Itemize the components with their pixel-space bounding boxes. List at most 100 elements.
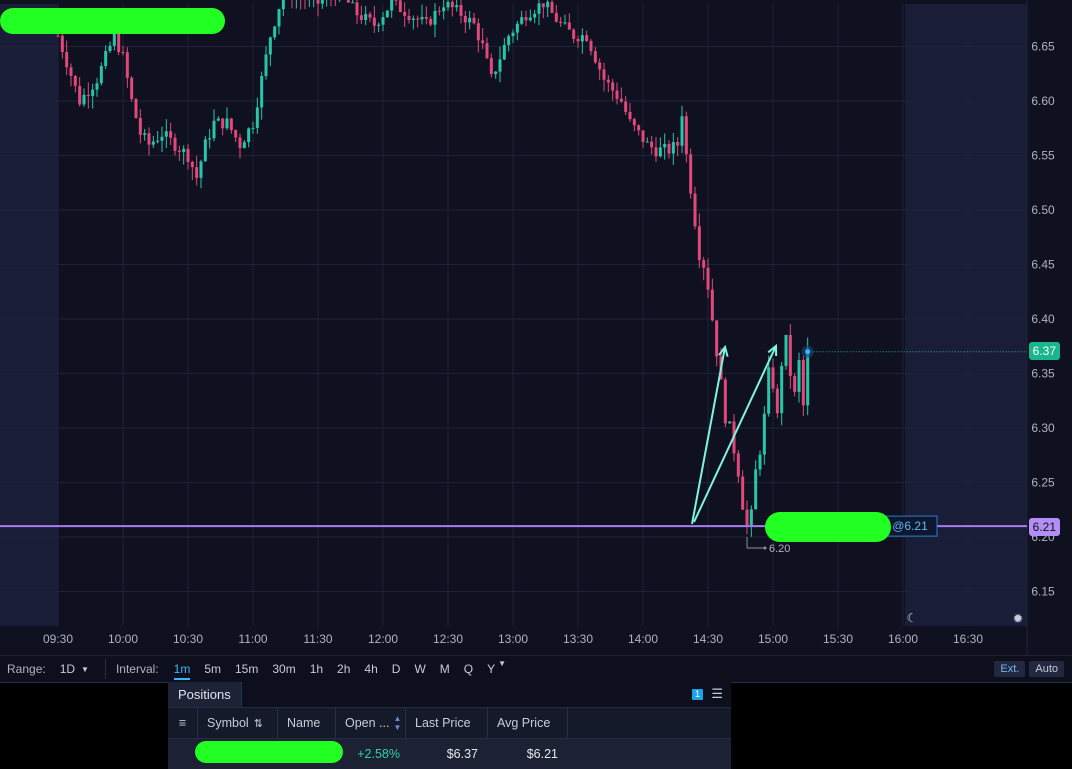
y-tick-label: 6.30 [1031,421,1055,435]
candle-body [512,33,515,36]
column-header-symbol[interactable]: Symbol ⇅ [198,708,278,738]
candle-body [785,335,788,366]
candle-body [676,142,679,146]
candle-body [369,14,372,18]
x-tick-label: 10:00 [108,632,138,646]
candle-body [572,30,575,39]
redaction-mark-position [765,512,891,542]
interval-d[interactable]: D [385,659,408,679]
candle-body [659,147,662,156]
premarket-shading [0,4,58,626]
candle-body [347,0,350,3]
candle-body [412,19,415,20]
candle-body [702,260,705,268]
candle-body [321,0,324,4]
low-marker-label: 6.20 [769,543,790,555]
y-tick-label: 6.25 [1031,476,1055,490]
candle-body [247,128,250,142]
candle-body [494,72,497,74]
candle-body [269,37,272,54]
interval-1h[interactable]: 1h [303,659,330,679]
candle-body [642,130,645,142]
candle-body [83,95,86,105]
interval-q[interactable]: Q [457,659,480,679]
candle-body [230,118,233,130]
candle-body [520,17,523,24]
interval-5m[interactable]: 5m [197,659,228,679]
candle-body [117,32,120,52]
candle-body [213,121,216,139]
x-tick-label: 12:00 [368,632,398,646]
range-dropdown[interactable]: 1D ▼ [54,659,95,679]
interval-2h[interactable]: 2h [330,659,357,679]
column-header-last-price[interactable]: Last Price [406,708,488,738]
candle-body [65,52,68,67]
candle-body [70,67,73,76]
positions-table-header: ≡ Symbol ⇅ Name Open ... ▲▼ Last Price A… [168,707,731,739]
interval-30m[interactable]: 30m [265,659,302,679]
chart-canvas[interactable]: 6.656.606.556.506.456.406.356.306.256.20… [0,0,1072,655]
candle-body [754,469,757,509]
list-menu-icon[interactable]: ☰ [711,686,723,702]
y-tick-label: 6.45 [1031,258,1055,272]
candle-body [507,36,510,45]
interval-w[interactable]: W [407,659,432,679]
last-price-tag: 6.37 [1029,342,1060,360]
interval-4h[interactable]: 4h [357,659,384,679]
candle-body [421,17,424,19]
candle-body [525,17,528,20]
x-tick-label: 15:00 [758,632,788,646]
candle-body [282,0,285,9]
candle-body [243,142,246,148]
column-header-avg-price-label: Avg Price [497,716,550,730]
x-tick-label: 13:00 [498,632,528,646]
last-price-dot [805,349,810,354]
interval-15m[interactable]: 15m [228,659,265,679]
interval-m[interactable]: M [433,659,457,679]
position-price-tag: 6.21 [1029,518,1060,536]
candle-body [663,144,666,147]
candle-body [564,22,567,23]
candle-body [633,119,636,125]
candle-body [468,18,471,22]
range-value: 1D [60,662,75,676]
column-header-avg-price[interactable]: Avg Price [488,708,568,738]
candle-body [135,99,138,118]
x-tick-label: 13:30 [563,632,593,646]
candle-body [763,414,766,455]
candle-body [594,51,597,62]
column-header-name[interactable]: Name [278,708,336,738]
auto-scale-button[interactable]: Auto [1029,661,1064,677]
candle-body [685,116,688,154]
candle-body [759,455,762,470]
interval-y[interactable]: Y [480,659,502,679]
candle-body [195,167,198,178]
column-menu-icon[interactable]: ≡ [168,708,198,738]
candle-body [737,453,740,476]
candle-body [96,83,99,89]
candle-body [694,194,697,227]
candle-body [772,367,775,388]
positions-header: Positions 1 ☰ [168,682,731,707]
x-tick-label: 16:00 [888,632,918,646]
candle-body [477,23,480,40]
interval-1m[interactable]: 1m [167,659,198,679]
candle-body [490,58,493,74]
candle-body [161,137,164,141]
moon-icon: ☾ [907,611,918,625]
positions-tab[interactable]: Positions [168,682,242,707]
candle-body [611,82,614,90]
avg-price-cell: $6.21 [488,739,568,769]
candle-body [165,131,168,136]
price-chart[interactable]: 6.656.606.556.506.456.406.356.306.256.20… [0,0,1072,655]
candle-body [529,18,532,21]
interval-list: 1m5m15m30m1h2h4hDWMQY▼ [167,659,506,679]
candle-body [533,14,536,18]
candle-body [317,0,320,4]
sort-icon: ⇅ [254,717,263,730]
candle-body [655,147,658,156]
column-header-open-pl[interactable]: Open ... ▲▼ [336,708,406,738]
extended-hours-button[interactable]: Ext. [994,661,1025,677]
candle-body [650,142,653,148]
candle-body [109,46,112,51]
